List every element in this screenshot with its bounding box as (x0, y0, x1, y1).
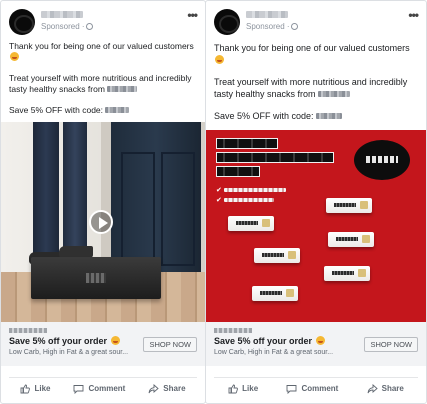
page-name-redacted[interactable] (41, 11, 83, 18)
link-preview[interactable]: Save 5% off your order Low Carb, High in… (206, 322, 426, 366)
post-text-line-2: Treat yourself with more nutritious and … (9, 73, 192, 94)
shop-now-button[interactable]: SHOP NOW (364, 337, 418, 352)
link-domain-redacted (9, 328, 47, 333)
redacted-code (105, 107, 130, 113)
redacted-code (316, 113, 343, 119)
redacted-brand (318, 91, 351, 97)
play-icon[interactable] (89, 210, 113, 234)
comment-label: Comment (301, 384, 339, 393)
snack-bar-image (252, 286, 298, 301)
ad-video[interactable] (1, 122, 205, 322)
hug-emoji-icon (110, 336, 120, 345)
sponsored-text: Sponsored (41, 22, 80, 31)
ad-card-video: Sponsored · ••• Thank you for being one … (0, 0, 206, 404)
post-text-line-1: Thank you for being one of our valued cu… (214, 42, 418, 66)
link-description: Low Carb, High in Fat & a great sour... (9, 349, 129, 356)
comment-icon (286, 384, 297, 394)
snack-bar-image (228, 216, 274, 231)
post-text-line-3: Save 5% OFF with code: (9, 105, 197, 116)
more-icon[interactable]: ••• (408, 9, 419, 21)
share-icon (148, 383, 159, 393)
brand-logo-redacted (354, 140, 410, 180)
comment-icon (73, 384, 84, 394)
post-text: Thank you for being one of our valued cu… (9, 41, 197, 116)
share-icon (367, 383, 378, 393)
link-title[interactable]: Save 5% off your order (9, 336, 120, 346)
page-avatar[interactable] (214, 9, 240, 35)
share-button[interactable]: Share (148, 383, 186, 394)
link-title[interactable]: Save 5% off your order (214, 336, 325, 346)
more-icon[interactable]: ••• (187, 9, 198, 21)
share-label: Share (381, 384, 404, 393)
share-button[interactable]: Share (367, 383, 404, 394)
post-text-line-1: Thank you for being one of our valued cu… (9, 41, 197, 63)
snack-bar-image (326, 198, 372, 213)
post-actions: Like Comment Share (214, 377, 418, 399)
share-label: Share (163, 384, 186, 393)
video-package-box (31, 257, 161, 299)
video-leg (33, 122, 59, 257)
post-header: Sponsored · ••• (214, 9, 419, 35)
like-icon (21, 384, 31, 393)
redacted-brand (107, 86, 138, 92)
image-headline-redacted (216, 138, 278, 149)
ad-image[interactable]: ✔ ✔ (206, 130, 426, 322)
image-bullet: ✔ (216, 186, 286, 194)
hug-emoji-icon (215, 55, 224, 64)
like-button[interactable]: Like (228, 384, 258, 394)
comment-label: Comment (88, 384, 126, 393)
page-avatar[interactable] (9, 9, 35, 35)
link-preview[interactable]: Save 5% off your order Low Carb, High in… (1, 322, 205, 366)
sponsored-label: Sponsored · (41, 22, 93, 31)
shop-now-button[interactable]: SHOP NOW (143, 337, 197, 352)
link-domain-redacted (214, 328, 252, 333)
page-name-redacted[interactable] (246, 11, 288, 18)
image-headline-redacted (216, 166, 260, 177)
snack-bar-image (328, 232, 374, 247)
like-label: Like (242, 384, 259, 393)
post-text-line-3: Save 5% OFF with code: (214, 110, 418, 122)
hug-emoji-icon (315, 336, 325, 345)
post-text-line-2: Treat yourself with more nutritious and … (214, 77, 408, 99)
hug-emoji-icon (10, 52, 19, 61)
post-actions: Like Comment Share (9, 377, 197, 399)
globe-icon (85, 23, 93, 30)
image-bullet: ✔ (216, 196, 274, 204)
comment-button[interactable]: Comment (73, 384, 125, 394)
sponsored-text: Sponsored (246, 22, 285, 31)
post-text: Thank you for being one of our valued cu… (214, 42, 418, 122)
ad-card-image: Sponsored · ••• Thank you for being one … (205, 0, 427, 404)
sponsored-label: Sponsored · (246, 22, 298, 31)
like-icon (228, 384, 239, 393)
video-door-frame (101, 122, 111, 272)
snack-bar-image (324, 266, 370, 281)
video-door (111, 122, 201, 272)
link-description: Low Carb, High in Fat & a great sour... (214, 349, 334, 356)
globe-icon (290, 23, 298, 30)
post-header: Sponsored · ••• (9, 9, 198, 35)
like-label: Like (34, 384, 51, 393)
snack-bar-image (254, 248, 300, 263)
like-button[interactable]: Like (20, 384, 50, 394)
video-leg (63, 122, 87, 250)
comment-button[interactable]: Comment (286, 384, 338, 394)
image-headline-redacted (216, 152, 334, 163)
